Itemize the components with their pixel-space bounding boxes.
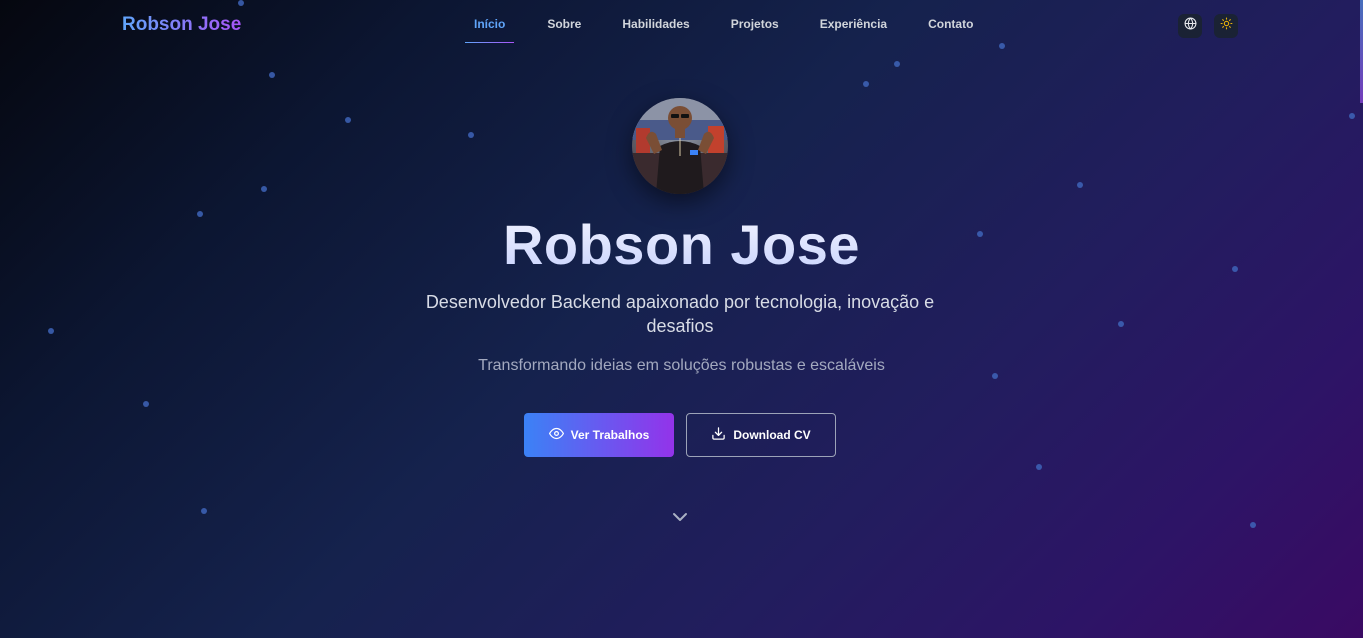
download-cv-label: Download CV [733,428,811,442]
background-dot [863,81,869,87]
eye-icon [548,426,564,444]
background-dot [269,72,275,78]
theme-toggle-button[interactable] [1214,14,1238,38]
hero-tagline: Transformando ideias em soluções robusta… [478,357,885,374]
nav-item-experiencia[interactable]: Experiência [820,17,887,43]
language-button[interactable] [1178,14,1202,38]
background-dot [48,328,54,334]
download-icon [711,426,726,444]
nav-item-habilidades[interactable]: Habilidades [622,17,689,43]
background-dot [1036,464,1042,470]
view-work-button[interactable]: Ver Trabalhos [524,413,674,457]
brand-logo[interactable]: Robson Jose [122,14,241,36]
background-dot [1118,321,1124,327]
background-dot [201,508,207,514]
background-dot [143,401,149,407]
view-work-label: Ver Trabalhos [570,428,650,442]
nav-menu: Início Sobre Habilidades Projetos Experi… [465,17,973,43]
nav-item-inicio[interactable]: Início [465,17,515,43]
avatar [632,98,728,194]
hero-subtitle: Desenvolvedor Backend apaixonado por tec… [425,292,935,336]
background-dot [894,61,900,67]
background-dot [1250,522,1256,528]
download-cv-button[interactable]: Download CV [686,413,836,457]
background-dot [1077,182,1083,188]
sun-icon [1220,17,1233,35]
nav-item-contato[interactable]: Contato [928,17,973,43]
background-dot [345,117,351,123]
hero-title: Robson Jose [0,212,1363,277]
background-dot [468,132,474,138]
top-navigation: Robson Jose Início Sobre Habilidades Pro… [0,0,1363,50]
chevron-down-icon[interactable] [671,510,689,524]
background-dot [261,186,267,192]
background-dot [1349,113,1355,119]
nav-item-sobre[interactable]: Sobre [547,17,581,43]
nav-item-projetos[interactable]: Projetos [731,17,779,43]
globe-icon [1184,17,1197,35]
